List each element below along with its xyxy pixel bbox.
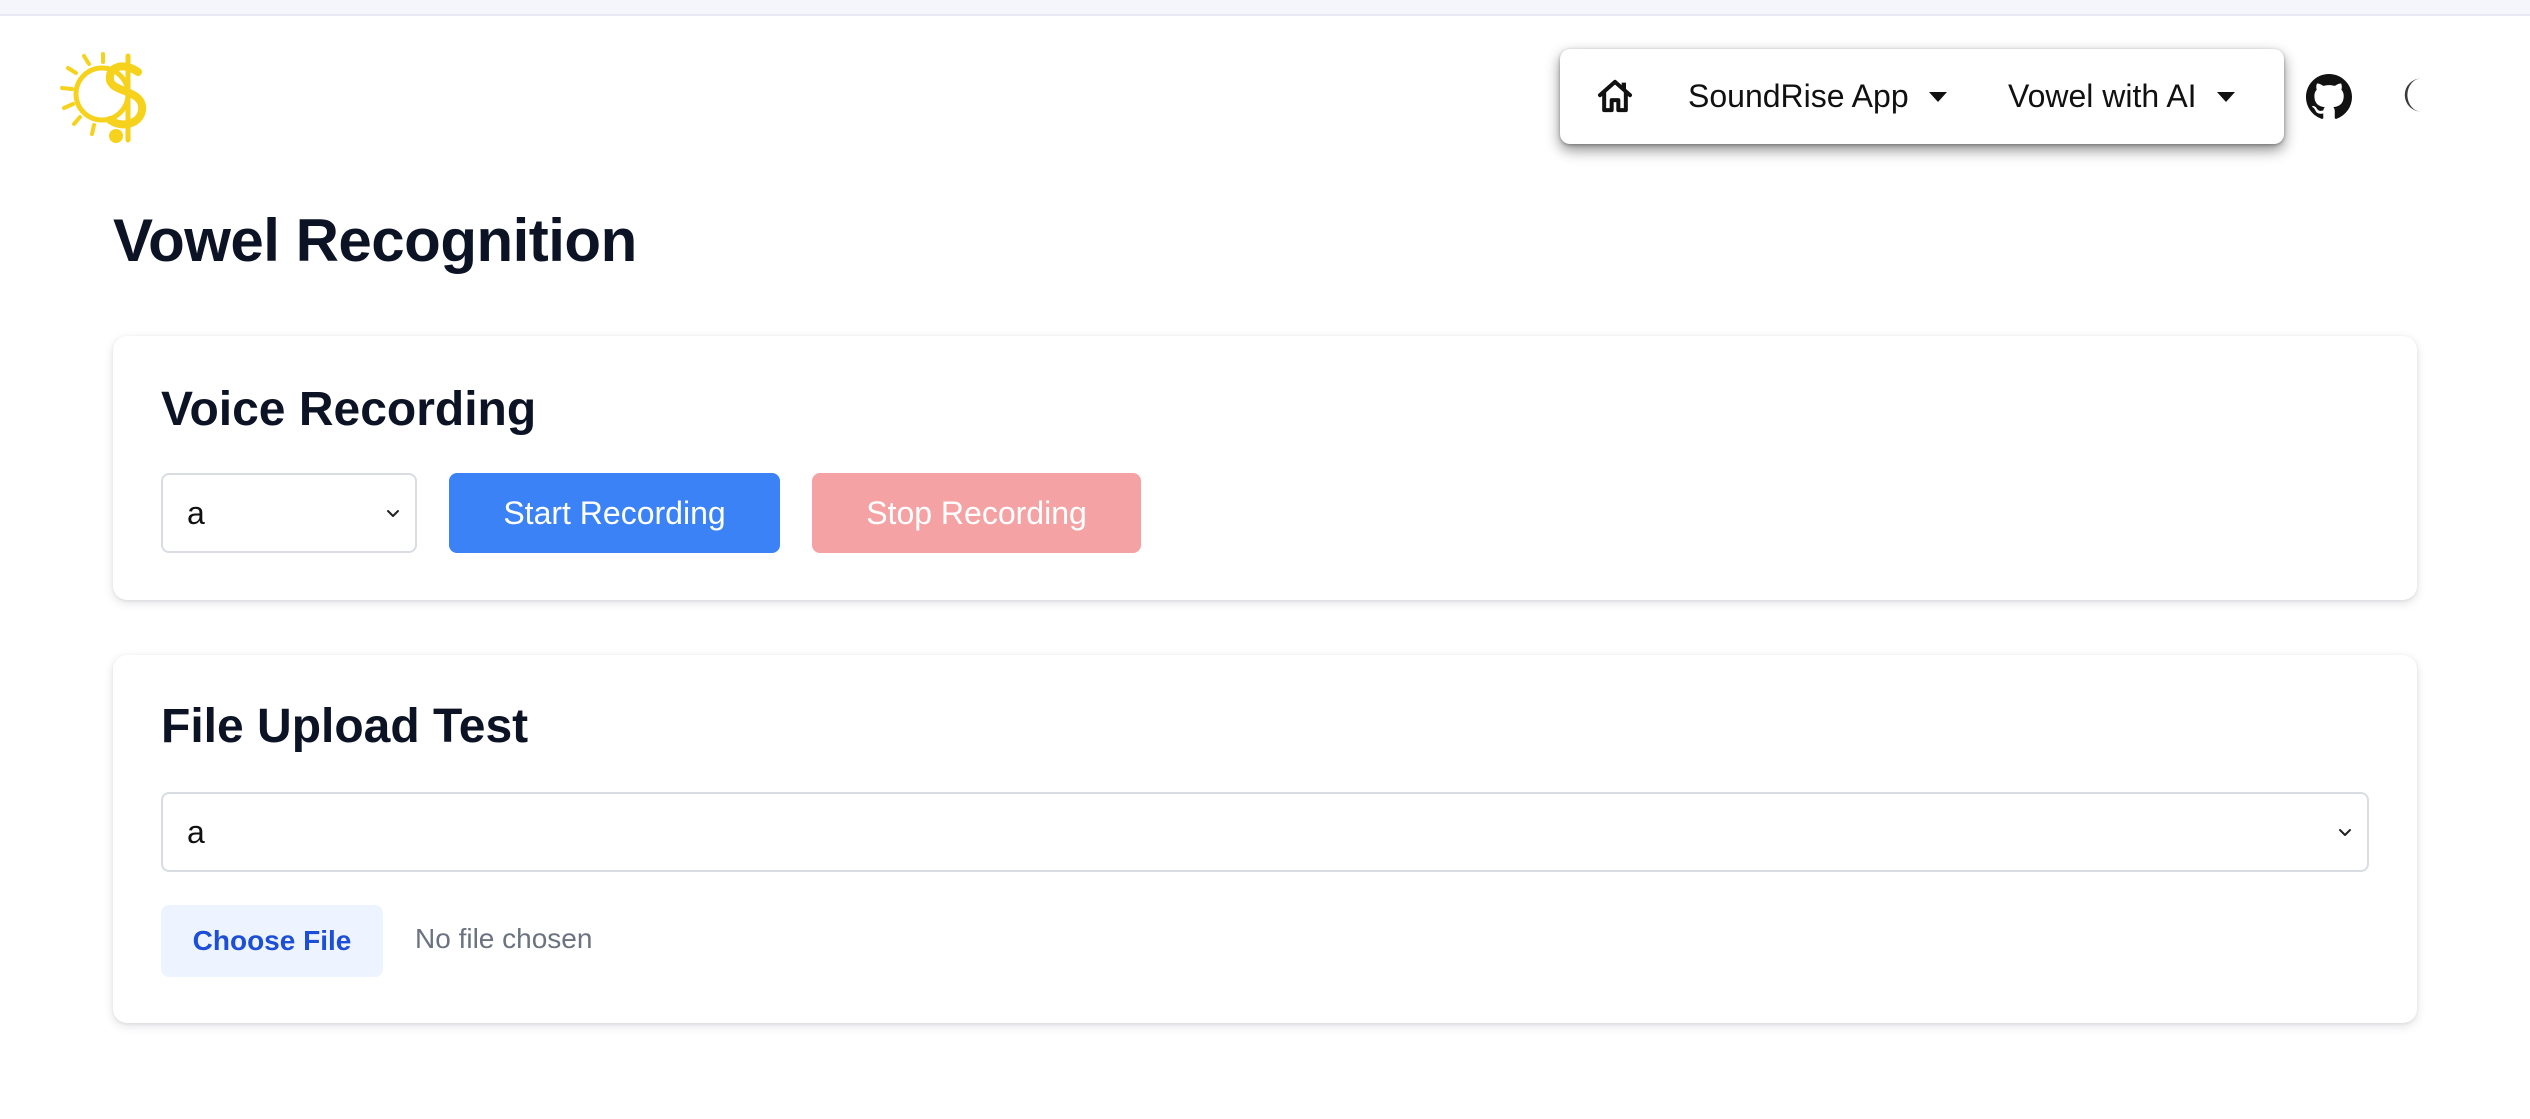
browser-top-strip bbox=[0, 0, 2530, 16]
nav-menu-label: SoundRise App bbox=[1688, 78, 1909, 114]
caret-down-icon bbox=[1928, 91, 1947, 102]
nav-menu-vowel-with-ai[interactable]: Vowel with AI bbox=[2008, 49, 2235, 144]
nav-menu-soundrise-app[interactable]: SoundRise App bbox=[1688, 49, 1947, 144]
file-vowel-select-value: a bbox=[187, 813, 205, 850]
caret-down-icon bbox=[2216, 91, 2235, 102]
file-vowel-select[interactable]: a bbox=[161, 792, 2369, 872]
chevron-down-icon bbox=[387, 510, 399, 517]
voice-recording-card: Voice Recording a Start Recording Stop R… bbox=[113, 336, 2417, 600]
moon-icon bbox=[2404, 78, 2422, 112]
home-icon bbox=[1598, 79, 1632, 113]
stop-recording-button[interactable]: Stop Recording bbox=[812, 473, 1141, 553]
vowel-select[interactable]: a bbox=[161, 473, 417, 553]
nav-menu-label: Vowel with AI bbox=[2008, 78, 2197, 114]
start-recording-button[interactable]: Start Recording bbox=[449, 473, 780, 553]
vowel-select-value: a bbox=[187, 494, 205, 531]
choose-file-button[interactable]: Choose File bbox=[161, 905, 383, 977]
home-button[interactable] bbox=[1594, 75, 1636, 117]
voice-recording-title: Voice Recording bbox=[161, 383, 537, 436]
page: SoundRise App Vowel with AI Vowel Recogn… bbox=[0, 0, 2530, 1119]
sun-dollar-logo-icon bbox=[60, 52, 147, 143]
page-title: Vowel Recognition bbox=[113, 207, 637, 274]
chevron-down-icon bbox=[2339, 829, 2351, 836]
top-nav: SoundRise App Vowel with AI bbox=[1560, 49, 2284, 144]
theme-toggle-button[interactable] bbox=[2396, 74, 2438, 116]
app-logo[interactable] bbox=[58, 50, 162, 146]
file-upload-title: File Upload Test bbox=[161, 700, 529, 753]
file-status-text: No file chosen bbox=[415, 923, 593, 954]
file-upload-card: File Upload Test a Choose File No file c… bbox=[113, 655, 2417, 1023]
github-icon bbox=[2306, 74, 2352, 119]
github-link[interactable] bbox=[2306, 74, 2352, 120]
